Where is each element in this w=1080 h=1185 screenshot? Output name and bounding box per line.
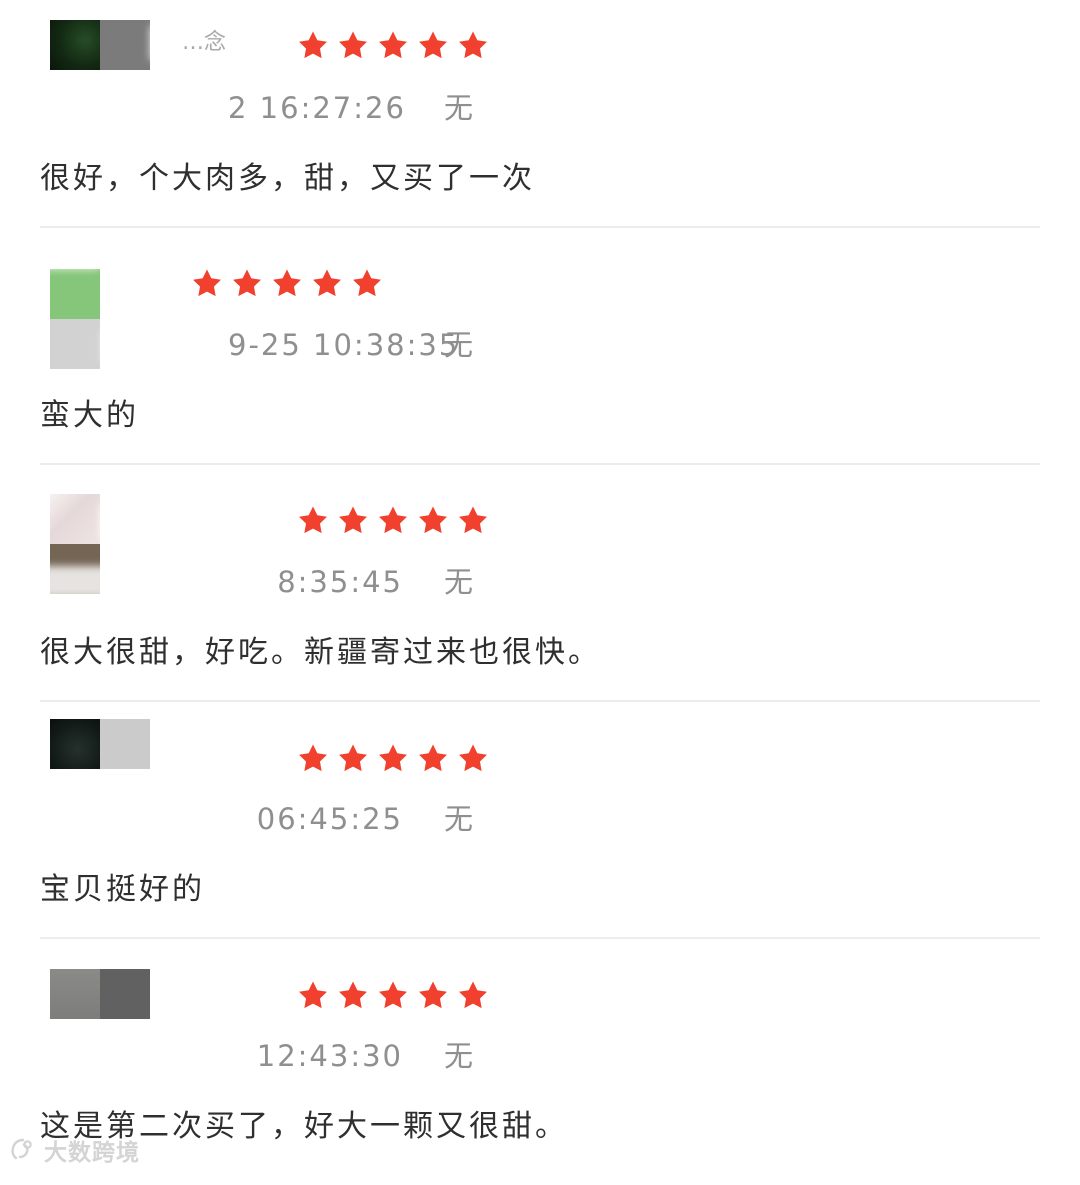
privacy-mask — [40, 259, 100, 269]
avatar[interactable] — [50, 719, 150, 769]
star-icon — [299, 506, 327, 534]
star-icon — [339, 31, 367, 59]
privacy-mask — [102, 329, 206, 361]
watermark-logo-icon — [11, 1138, 32, 1160]
star-icon — [299, 744, 327, 772]
sku-spec: 无 — [444, 565, 476, 599]
star-icon — [459, 981, 487, 1009]
star-icon — [299, 981, 327, 1009]
review-text: 蛮大的 — [40, 398, 139, 433]
sku-spec: 无 — [444, 91, 476, 125]
star-icon — [339, 744, 367, 772]
avatar-image-top — [50, 494, 100, 544]
star-icon — [379, 744, 407, 772]
review-text: 很好，个大肉多，甜，又买了一次 — [40, 161, 535, 196]
star-icon — [379, 31, 407, 59]
star-icon — [273, 269, 301, 297]
avatar-image-right — [100, 969, 150, 1019]
review-time: 06:45:25 — [256, 802, 403, 836]
star-icon — [339, 981, 367, 1009]
review-text: 很大很甜，好吃。新疆寄过来也很快。 — [40, 635, 601, 670]
avatar-image-left — [50, 20, 100, 70]
watermark-text: 大数跨境 — [44, 1140, 140, 1166]
star-icon — [419, 506, 447, 534]
review-time: 12:43:30 — [256, 1039, 403, 1073]
review-item: 9-25 10:38:35 无 蛮大的 — [0, 237, 1080, 474]
avatar[interactable] — [50, 269, 100, 369]
privacy-mask — [40, 566, 232, 598]
avatar-image-top — [50, 269, 100, 319]
star-rating — [296, 978, 490, 1014]
star-icon — [193, 269, 221, 297]
divider — [40, 226, 1040, 228]
star-icon — [299, 31, 327, 59]
star-icon — [419, 31, 447, 59]
star-rating — [190, 266, 384, 302]
star-icon — [419, 981, 447, 1009]
privacy-mask — [40, 94, 220, 124]
avatar[interactable] — [50, 20, 150, 70]
review-item: …念 2 16:27:26 无 很好，个大肉多，甜，又买了一次 — [0, 0, 1080, 237]
sku-spec: 无 — [444, 802, 476, 836]
review-time: 9-25 10:38:35 — [228, 328, 460, 362]
star-icon — [339, 506, 367, 534]
star-icon — [419, 744, 447, 772]
star-rating — [296, 503, 490, 539]
star-icon — [459, 744, 487, 772]
review-time: 2 16:27:26 — [228, 91, 406, 125]
avatar-image-right — [100, 719, 150, 769]
star-icon — [459, 506, 487, 534]
avatar-image-left — [50, 969, 100, 1019]
star-rating — [296, 28, 490, 64]
avatar-image-bottom — [50, 319, 100, 369]
author-name: …念 — [182, 30, 227, 55]
divider — [40, 463, 1040, 465]
star-rating — [296, 741, 490, 777]
star-icon — [313, 269, 341, 297]
avatar[interactable] — [50, 969, 150, 1019]
divider — [40, 937, 1040, 939]
review-text: 宝贝挺好的 — [40, 872, 205, 907]
review-item: 12:43:30 无 这是第二次买了，好大一颗又很甜。 — [0, 948, 1080, 1185]
star-icon — [353, 269, 381, 297]
review-time: 8:35:45 — [277, 565, 403, 599]
privacy-mask — [40, 1040, 236, 1072]
avatar-image-right — [100, 20, 150, 70]
sku-spec: 无 — [444, 328, 476, 362]
star-icon — [379, 506, 407, 534]
privacy-mask — [100, 504, 210, 538]
watermark: 大数跨境 — [8, 1133, 140, 1167]
star-icon — [379, 981, 407, 1009]
star-icon — [233, 269, 261, 297]
review-item: 06:45:25 无 宝贝挺好的 — [0, 711, 1080, 948]
star-icon — [459, 31, 487, 59]
privacy-mask — [40, 803, 234, 835]
review-item: 8:35:45 无 很大很甜，好吃。新疆寄过来也很快。 — [0, 474, 1080, 711]
divider — [40, 700, 1040, 702]
avatar-image-left — [50, 719, 100, 769]
sku-spec: 无 — [444, 1039, 476, 1073]
